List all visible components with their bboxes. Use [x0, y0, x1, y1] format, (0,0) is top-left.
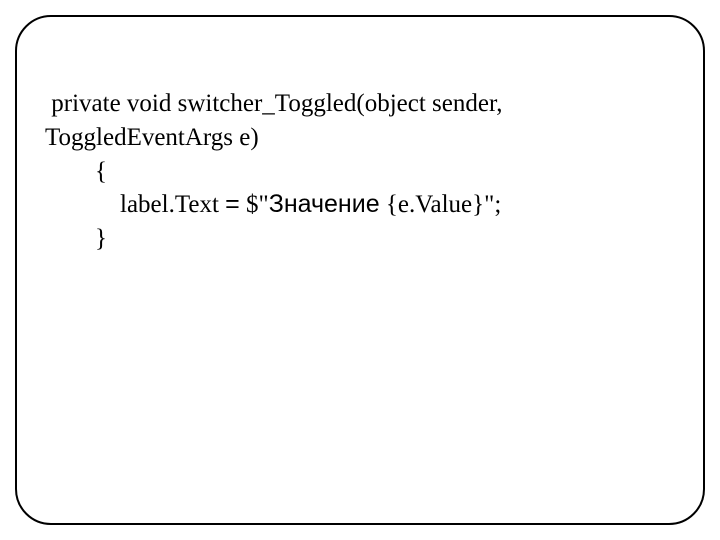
code-block: private void switcher_Toggled(object sen… — [45, 87, 675, 256]
code-line-2: { — [45, 158, 107, 185]
code-line-4: } — [45, 225, 107, 252]
slide-card: private void switcher_Toggled(object sen… — [15, 15, 705, 525]
code-line-3-pre: label.Text — [45, 191, 225, 218]
code-line-3-end: {e.Value}"; — [380, 191, 502, 218]
code-line-3-post: $" — [240, 191, 269, 218]
code-line-3-eq: = — [225, 190, 240, 218]
code-line-1: private void switcher_Toggled(object sen… — [45, 90, 508, 151]
code-line-3-ru: Значение — [269, 190, 380, 218]
